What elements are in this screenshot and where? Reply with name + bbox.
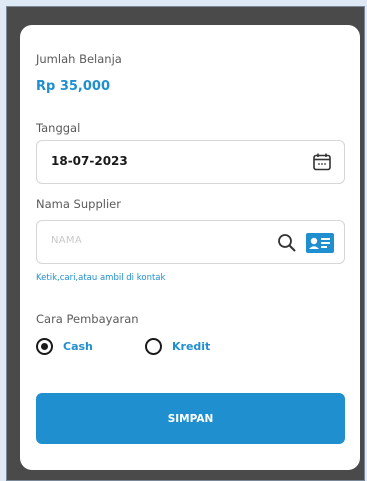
radio-checked-icon[interactable]: [36, 337, 53, 355]
payment-method-label: Cara Pembayaran: [36, 312, 139, 326]
date-value: 18-07-2023: [51, 154, 128, 168]
purchase-form-card: Jumlah Belanja Rp 35,000 Tanggal 18-07-2…: [20, 25, 360, 470]
calendar-icon[interactable]: [312, 152, 332, 172]
total-label: Jumlah Belanja: [36, 52, 122, 66]
total-amount: Rp 35,000: [36, 79, 111, 94]
save-button[interactable]: SIMPAN: [36, 393, 345, 444]
supplier-input[interactable]: NAMA: [36, 220, 345, 264]
date-field[interactable]: 18-07-2023: [36, 140, 345, 184]
contact-card-icon[interactable]: [306, 233, 334, 253]
date-label: Tanggal: [36, 121, 81, 135]
payment-option-kredit[interactable]: Kredit: [145, 336, 210, 356]
payment-method-group: Cash Kredit: [36, 336, 336, 356]
payment-option-label: Kredit: [172, 339, 211, 353]
supplier-placeholder: NAMA: [51, 235, 82, 246]
radio-unchecked-icon[interactable]: [145, 337, 162, 355]
search-icon[interactable]: [276, 232, 298, 254]
supplier-label: Nama Supplier: [36, 197, 121, 211]
payment-option-label: Cash: [63, 339, 93, 353]
payment-option-cash[interactable]: Cash: [36, 336, 93, 356]
supplier-hint: Ketik,cari,atau ambil di kontak: [36, 273, 166, 283]
